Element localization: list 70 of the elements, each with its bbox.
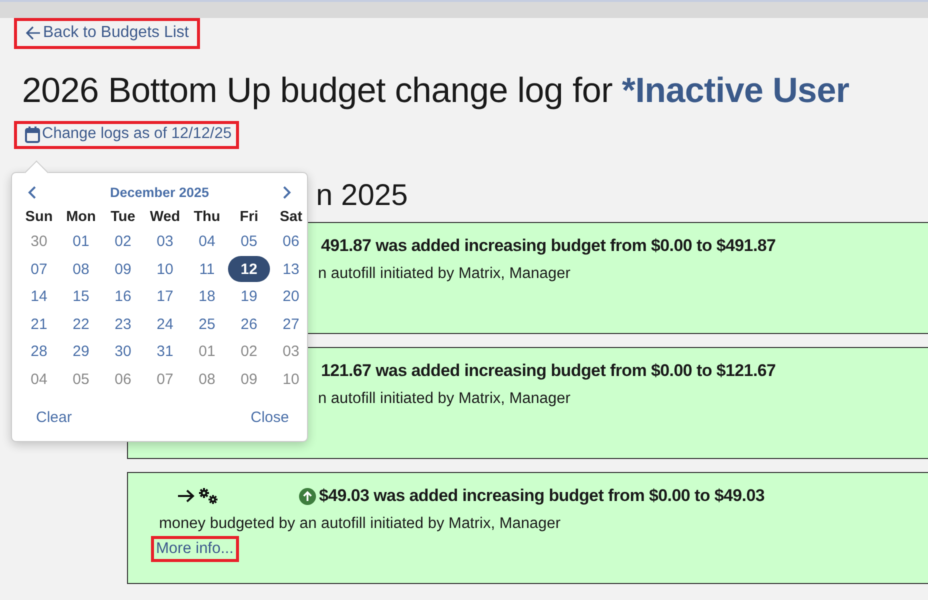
day[interactable]: 23	[102, 311, 144, 338]
day[interactable]: 20	[270, 284, 312, 310]
date-link[interactable]: Change logs as of 12/12/25	[14, 121, 239, 149]
left-arrow-icon	[25, 26, 41, 40]
weekday-label: Mon	[65, 208, 97, 227]
day[interactable]: 01	[186, 338, 228, 365]
day[interactable]: 02	[102, 228, 144, 255]
day[interactable]: 16	[102, 284, 144, 310]
up-arrow-circle-icon	[299, 488, 316, 504]
day[interactable]: 05	[228, 228, 270, 255]
day[interactable]: 11	[186, 256, 228, 282]
change-detail: n autofill initiated by Matrix, Manager	[318, 265, 570, 283]
more-info-link[interactable]: More info...	[151, 536, 239, 562]
day[interactable]: 06	[102, 366, 144, 392]
day[interactable]: 05	[60, 366, 102, 392]
day[interactable]: 07	[18, 256, 60, 282]
day[interactable]: 08	[60, 256, 102, 282]
day[interactable]: 14	[18, 284, 60, 310]
change-detail: money budgeted by an autofill initiated by Matrix, Manager	[159, 515, 561, 533]
day[interactable]: 31	[144, 338, 186, 365]
weekday-label: Fri	[238, 208, 260, 227]
day[interactable]: 19	[228, 284, 270, 310]
change-detail: n autofill initiated by Matrix, Manager	[318, 390, 570, 408]
day[interactable]: 03	[144, 228, 186, 255]
clear-button[interactable]: Clear	[32, 407, 76, 428]
day[interactable]: 08	[186, 366, 228, 392]
day[interactable]: 29	[60, 338, 102, 365]
day[interactable]: 21	[18, 311, 60, 338]
day[interactable]: 04	[186, 228, 228, 255]
day[interactable]: 17	[144, 284, 186, 310]
day[interactable]: 01	[60, 228, 102, 255]
day[interactable]: 10	[144, 256, 186, 282]
change-summary: 491.87 was added increasing budget from $0.00 to $491.87	[321, 236, 776, 256]
page-title: 2026 Bottom Up budget change log for *Inactive User	[22, 71, 850, 111]
day[interactable]: 30	[18, 228, 60, 255]
month-label: December 2025	[110, 184, 210, 200]
day[interactable]: 02	[228, 338, 270, 365]
day[interactable]: 22	[60, 311, 102, 338]
weekday-label: Sun	[24, 208, 54, 227]
day[interactable]: 09	[228, 366, 270, 392]
day[interactable]: 06	[270, 228, 312, 255]
back-link[interactable]: Back to Budgets List	[14, 18, 200, 49]
selected-day[interactable]: 12	[228, 256, 270, 282]
day[interactable]: 30	[102, 338, 144, 365]
day[interactable]: 27	[270, 311, 312, 338]
day[interactable]: 07	[144, 366, 186, 392]
day[interactable]: 24	[144, 311, 186, 338]
change-summary: $49.03 was added increasing budget from $0.00 to $49.03	[319, 486, 765, 506]
change-summary: 121.67 was added increasing budget from $0.00 to $121.67	[321, 361, 776, 381]
gears-icon	[197, 487, 219, 505]
day[interactable]: 09	[102, 256, 144, 282]
day[interactable]: 28	[18, 338, 60, 365]
day[interactable]: 03	[270, 338, 312, 365]
weekday-label: Thu	[192, 208, 222, 227]
day[interactable]: 15	[60, 284, 102, 310]
day[interactable]: 25	[186, 311, 228, 338]
weekday-label: Wed	[148, 208, 182, 227]
close-button[interactable]: Close	[246, 407, 293, 428]
weekday-label: Tue	[110, 208, 136, 227]
section-heading: n 2025	[316, 179, 408, 214]
day[interactable]: 04	[18, 366, 60, 392]
chevron-left-icon	[28, 186, 36, 198]
day[interactable]: 26	[228, 311, 270, 338]
day[interactable]: 18	[186, 284, 228, 310]
chevron-right-icon	[282, 186, 291, 198]
day[interactable]: 13	[270, 256, 312, 282]
weekday-label: Sat	[278, 208, 304, 227]
day[interactable]: 10	[270, 366, 312, 392]
calendar-icon	[25, 126, 40, 142]
right-arrow-icon	[177, 489, 195, 503]
